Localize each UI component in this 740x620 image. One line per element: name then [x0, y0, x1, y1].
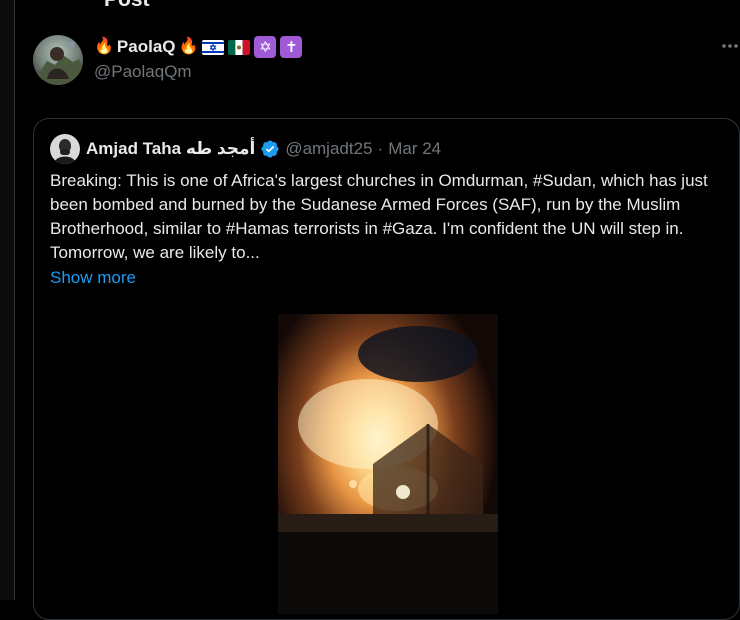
quoted-post-text: Breaking: This is one of Africa's larges…	[50, 171, 708, 262]
ellipsis-icon[interactable]	[718, 39, 740, 53]
post-header: Post	[14, 0, 740, 14]
left-rail	[0, 0, 15, 600]
author-avatar[interactable]	[33, 35, 83, 85]
quoted-post-card[interactable]: Amjad Taha أمجد طه @amjadt25 · Mar 24 Br…	[33, 118, 740, 620]
quoted-author-handle[interactable]: @amjadt25	[285, 139, 372, 159]
quoted-author-name[interactable]: Amjad Taha أمجد طه	[86, 139, 255, 159]
author-name-row[interactable]: 🔥 PaolaQ 🔥 ✡ ✝	[94, 34, 303, 60]
mexico-flag-icon	[228, 39, 251, 55]
verified-badge-icon	[261, 140, 279, 158]
star-of-david-icon: ✡	[254, 36, 277, 58]
fire-emoji-icon: 🔥	[94, 38, 114, 55]
quoted-author-avatar[interactable]	[50, 134, 80, 164]
fire-emoji-icon: 🔥	[178, 38, 199, 55]
quoted-post-video-thumbnail[interactable]	[278, 314, 498, 614]
quoted-post-date[interactable]: Mar 24	[388, 139, 441, 159]
israel-flag-icon	[202, 39, 225, 55]
arrow-left-icon[interactable]	[36, 0, 56, 2]
latin-cross-icon: ✝	[280, 36, 303, 58]
author-handle[interactable]: @PaolaqQm	[94, 62, 192, 82]
author-name[interactable]: PaolaQ	[117, 37, 176, 57]
page-title: Post	[104, 0, 150, 12]
show-more-link[interactable]: Show more	[50, 268, 136, 288]
separator-dot: ·	[377, 139, 384, 158]
quoted-post-header: Amjad Taha أمجد طه @amjadt25 · Mar 24	[86, 136, 441, 162]
